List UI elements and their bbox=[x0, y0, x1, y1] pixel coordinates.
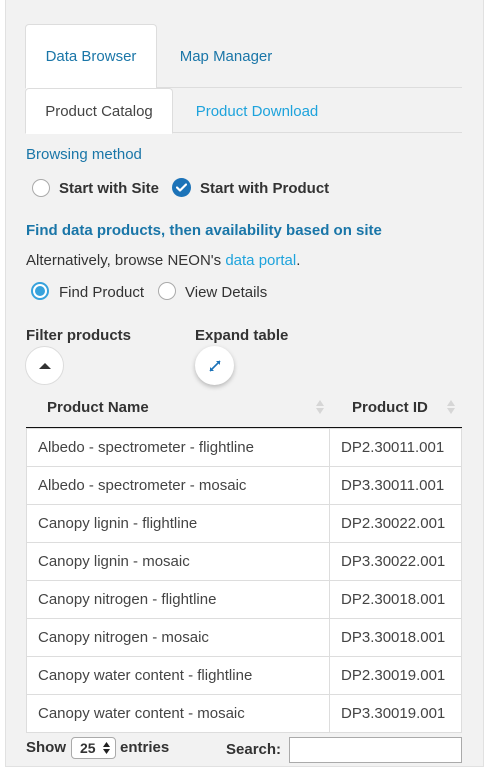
search-input[interactable] bbox=[289, 737, 462, 763]
table-row[interactable]: Albedo - spectrometer - flightline DP2.30… bbox=[25, 428, 462, 467]
data-portal-link[interactable]: data portal bbox=[225, 252, 296, 269]
table-row[interactable]: Canopy nitrogen - mosaic DP3.30018.001 bbox=[25, 618, 462, 657]
tab-product-download[interactable]: Product Download bbox=[177, 88, 337, 134]
browsing-method-heading: Browsing method bbox=[26, 146, 142, 163]
product-name-cell: Canopy water content - mosaic bbox=[25, 694, 331, 733]
product-id-cell: DP2.30022.001 bbox=[329, 504, 462, 543]
main-tabs: Data Browser Map Manager bbox=[25, 24, 462, 89]
product-id-cell: DP3.30022.001 bbox=[329, 542, 462, 581]
check-icon bbox=[176, 183, 187, 192]
find-products-heading: Find data products, then availability ba… bbox=[26, 222, 382, 239]
product-name-cell: Canopy nitrogen - mosaic bbox=[25, 618, 331, 657]
product-id-cell: DP2.30011.001 bbox=[329, 428, 462, 467]
entries-select[interactable]: 25 bbox=[71, 737, 116, 759]
table-row[interactable]: Canopy lignin - mosaic DP3.30022.001 bbox=[25, 542, 462, 581]
caret-up-icon bbox=[38, 362, 51, 369]
product-name-cell: Canopy lignin - mosaic bbox=[25, 542, 331, 581]
table-row[interactable]: Canopy lignin - flightline DP2.30022.001 bbox=[25, 504, 462, 543]
start-with-product-label[interactable]: Start with Product bbox=[200, 180, 329, 197]
product-id-cell: DP2.30019.001 bbox=[329, 656, 462, 695]
table-header: Product Name Product ID bbox=[26, 388, 462, 428]
table-row[interactable]: Canopy water content - mosaic DP3.30019.0… bbox=[25, 694, 462, 733]
expand-table-label: Expand table bbox=[195, 327, 289, 344]
table-row[interactable]: Canopy nitrogen - flightline DP2.30018.00… bbox=[25, 580, 462, 619]
start-with-site-label[interactable]: Start with Site bbox=[59, 180, 159, 197]
sort-icon[interactable] bbox=[316, 399, 324, 415]
expand-table-button[interactable] bbox=[195, 346, 234, 385]
find-product-radio[interactable] bbox=[31, 282, 49, 300]
column-header-product-name[interactable]: Product Name bbox=[47, 388, 149, 427]
column-header-product-id[interactable]: Product ID bbox=[352, 388, 428, 427]
table-row[interactable]: Canopy water content - flightline DP2.300… bbox=[25, 656, 462, 695]
expand-icon bbox=[208, 359, 221, 372]
start-with-site-radio[interactable] bbox=[32, 179, 50, 197]
select-arrows-icon bbox=[103, 742, 110, 754]
product-id-cell: DP2.30018.001 bbox=[329, 580, 462, 619]
filter-products-label: Filter products bbox=[26, 327, 132, 344]
filter-products-toggle[interactable] bbox=[25, 346, 64, 385]
product-name-cell: Albedo - spectrometer - flightline bbox=[25, 428, 331, 467]
search-label: Search: bbox=[226, 741, 282, 758]
products-table: Albedo - spectrometer - flightline DP2.30… bbox=[25, 428, 462, 733]
entries-label: entries bbox=[120, 739, 170, 756]
tab-data-browser[interactable]: Data Browser bbox=[25, 24, 157, 89]
product-id-cell: DP3.30018.001 bbox=[329, 618, 462, 657]
table-row[interactable]: Albedo - spectrometer - mosaic DP3.30011.… bbox=[25, 466, 462, 505]
start-with-product-checkbox[interactable] bbox=[172, 178, 191, 197]
product-id-cell: DP3.30011.001 bbox=[329, 466, 462, 505]
table-footer: Show 25 entries Search: bbox=[26, 737, 466, 763]
product-name-cell: Canopy water content - flightline bbox=[25, 656, 331, 695]
product-id-cell: DP3.30019.001 bbox=[329, 694, 462, 733]
side-panel: Data Browser Map Manager Product Catalog… bbox=[5, 0, 484, 767]
sub-tabs: Product Catalog Product Download bbox=[25, 88, 462, 134]
find-product-label[interactable]: Find Product bbox=[59, 284, 144, 301]
tab-product-catalog[interactable]: Product Catalog bbox=[25, 88, 173, 134]
show-label: Show bbox=[26, 739, 66, 756]
view-details-radio[interactable] bbox=[158, 282, 176, 300]
view-details-label[interactable]: View Details bbox=[185, 284, 267, 301]
product-name-cell: Canopy nitrogen - flightline bbox=[25, 580, 331, 619]
product-name-cell: Albedo - spectrometer - mosaic bbox=[25, 466, 331, 505]
product-name-cell: Canopy lignin - flightline bbox=[25, 504, 331, 543]
alternatively-text: Alternatively, browse NEON's data portal… bbox=[26, 252, 301, 269]
tab-map-manager[interactable]: Map Manager bbox=[165, 24, 287, 89]
sort-icon[interactable] bbox=[447, 399, 455, 415]
